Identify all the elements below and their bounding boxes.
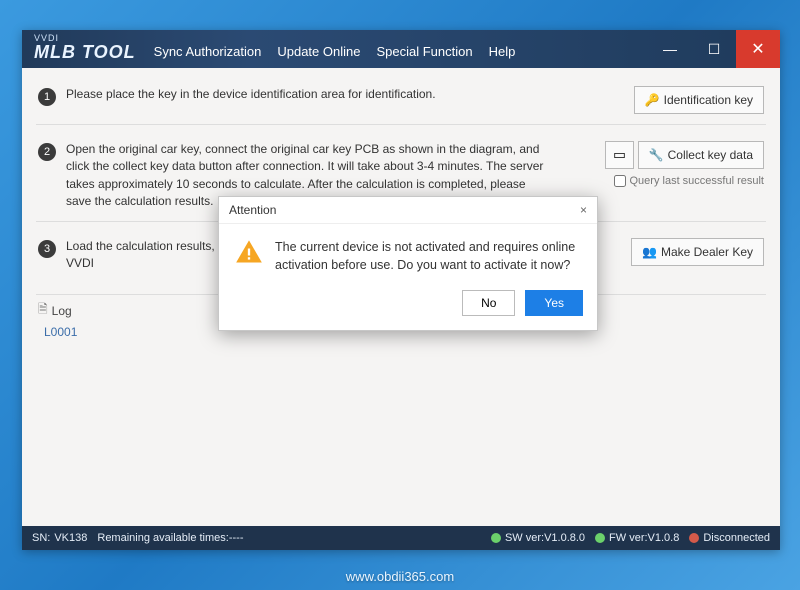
menu-special[interactable]: Special Function [376, 44, 472, 59]
diagram-button[interactable]: ▭ [605, 141, 634, 169]
status-sn: SN: VK138 [32, 532, 87, 544]
ok-dot-icon [595, 533, 605, 543]
minimize-button[interactable]: — [648, 30, 692, 68]
query-last-result-checkbox[interactable] [614, 175, 626, 187]
menu-bar: Sync Authorization Update Online Special… [154, 44, 516, 59]
log-body: L0001 [36, 323, 766, 520]
dialog-close-button[interactable]: × [580, 203, 587, 217]
title-bar: VVDI MLB TOOL Sync Authorization Update … [22, 30, 780, 68]
window-controls: — ☐ ✕ [648, 30, 780, 68]
bad-dot-icon [689, 533, 699, 543]
connection-state: Disconnected [703, 532, 770, 544]
make-dealer-key-label: Make Dealer Key [661, 245, 753, 259]
identification-key-label: Identification key [664, 93, 753, 107]
query-last-result-label: Query last successful result [630, 175, 765, 187]
identification-key-button[interactable]: 🔑 Identification key [634, 86, 764, 114]
warning-icon [235, 238, 263, 274]
status-remaining: Remaining available times:---- [97, 532, 243, 544]
menu-sync[interactable]: Sync Authorization [154, 44, 262, 59]
step-2-number: 2 [38, 143, 56, 161]
close-button[interactable]: ✕ [736, 30, 780, 68]
query-last-result-row[interactable]: Query last successful result [614, 175, 765, 187]
status-fw: FW ver:V1.0.8 [595, 532, 679, 544]
dialog-body: The current device is not activated and … [219, 224, 597, 284]
menu-update[interactable]: Update Online [277, 44, 360, 59]
dialog-titlebar: Attention × [219, 197, 597, 224]
dialog-buttons: No Yes [219, 284, 597, 330]
menu-help[interactable]: Help [489, 44, 516, 59]
document-icon: 🗎 [38, 300, 48, 321]
step-3-number: 3 [38, 240, 56, 258]
dealer-key-icon: 👥 [642, 245, 657, 259]
key-icon: 🔑 [645, 93, 660, 107]
collect-key-data-label: Collect key data [668, 148, 753, 162]
sn-label: SN: [32, 532, 50, 544]
maximize-button[interactable]: ☐ [692, 30, 736, 68]
collect-key-data-button[interactable]: 🔧 Collect key data [638, 141, 764, 169]
collect-icon: 🔧 [649, 148, 664, 162]
log-header-label: Log [52, 304, 72, 318]
sw-version: SW ver:V1.0.8.0 [505, 532, 585, 544]
step-1: 1 Please place the key in the device ide… [36, 78, 766, 125]
step-1-number: 1 [38, 88, 56, 106]
make-dealer-key-button[interactable]: 👥 Make Dealer Key [631, 238, 764, 266]
dialog-message: The current device is not activated and … [275, 238, 581, 274]
sn-value: VK138 [54, 532, 87, 544]
dialog-title: Attention [229, 203, 276, 217]
attention-dialog: Attention × The current device is not ac… [218, 196, 598, 331]
dialog-no-button[interactable]: No [462, 290, 515, 316]
status-bar: SN: VK138 Remaining available times:----… [22, 526, 780, 550]
brand-small: VVDI [34, 33, 59, 43]
diagram-icon: ▭ [613, 147, 626, 162]
step-1-text: Please place the key in the device ident… [66, 86, 436, 106]
status-sw: SW ver:V1.0.8.0 [491, 532, 585, 544]
dialog-yes-button[interactable]: Yes [525, 290, 583, 316]
fw-version: FW ver:V1.0.8 [609, 532, 679, 544]
ok-dot-icon [491, 533, 501, 543]
status-connection: Disconnected [689, 532, 770, 544]
watermark: www.obdii365.com [0, 569, 800, 584]
